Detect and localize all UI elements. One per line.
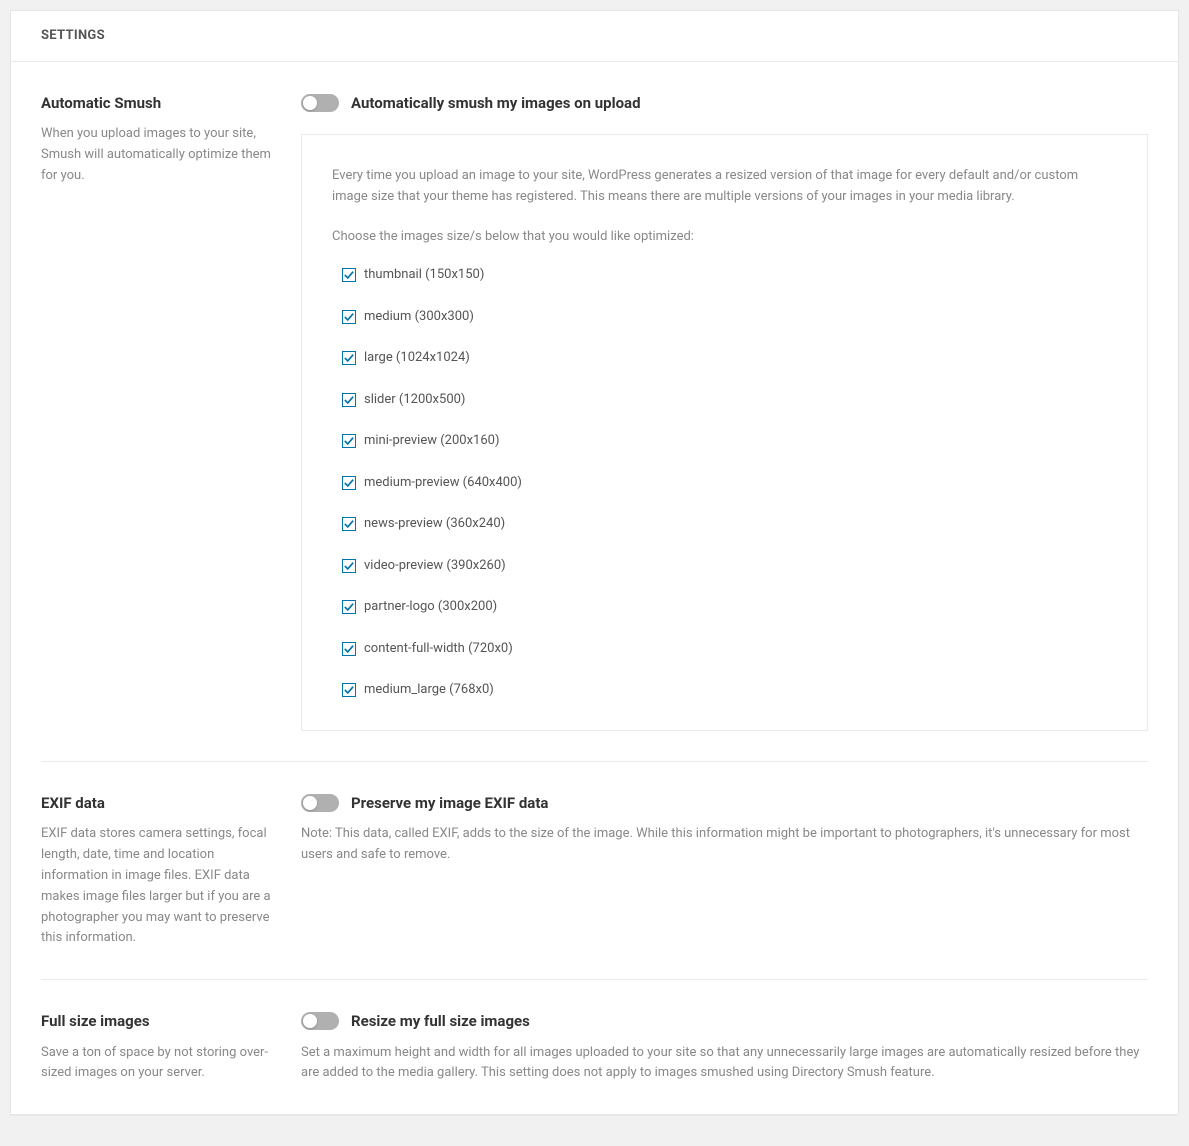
size-item-content-full-width: content-full-width (720x0)	[342, 639, 1117, 659]
setting-desc-fullsize: Save a ton of space by not storing over-…	[41, 1043, 271, 1085]
toggle-label-exif: Preserve my image EXIF data	[351, 792, 548, 815]
checkbox-news-preview[interactable]	[342, 517, 356, 531]
toggle-label-auto: Automatically smush my images on upload	[351, 92, 641, 115]
checkbox-content-full-width[interactable]	[342, 642, 356, 656]
size-label: medium-preview (640x400)	[364, 473, 522, 493]
setting-title-fullsize: Full size images	[41, 1010, 271, 1033]
checkbox-slider[interactable]	[342, 393, 356, 407]
toggle-knob	[303, 96, 317, 110]
check-icon	[344, 395, 354, 405]
check-icon	[344, 270, 354, 280]
toggle-row-exif: Preserve my image EXIF data	[301, 792, 1148, 815]
size-item-medium-preview: medium-preview (640x400)	[342, 473, 1117, 493]
toggle-knob	[303, 1014, 317, 1028]
settings-panel: SETTINGS Automatic Smush When you upload…	[10, 10, 1179, 1115]
setting-right: Preserve my image EXIF data Note: This d…	[301, 792, 1148, 949]
check-icon	[344, 436, 354, 446]
toggle-label-fullsize: Resize my full size images	[351, 1010, 530, 1033]
setting-row-automatic-smush: Automatic Smush When you upload images t…	[41, 62, 1148, 762]
sizes-choose: Choose the images size/s below that you …	[332, 226, 1117, 247]
size-label: slider (1200x500)	[364, 390, 465, 410]
size-label: medium (300x300)	[364, 307, 474, 327]
size-item-thumbnail: thumbnail (150x150)	[342, 265, 1117, 285]
setting-row-exif: EXIF data EXIF data stores camera settin…	[41, 762, 1148, 980]
toggle-knob	[303, 796, 317, 810]
checkbox-mini-preview[interactable]	[342, 434, 356, 448]
setting-note-exif: Note: This data, called EXIF, adds to th…	[301, 824, 1148, 866]
checkbox-medium-large[interactable]	[342, 683, 356, 697]
checkbox-large[interactable]	[342, 351, 356, 365]
setting-left: Automatic Smush When you upload images t…	[41, 92, 301, 731]
checkbox-medium-preview[interactable]	[342, 476, 356, 490]
check-icon	[344, 478, 354, 488]
toggle-fullsize[interactable]	[301, 1012, 339, 1030]
check-icon	[344, 312, 354, 322]
image-sizes-box: Every time you upload an image to your s…	[301, 134, 1148, 731]
setting-left: EXIF data EXIF data stores camera settin…	[41, 792, 301, 949]
size-item-mini-preview: mini-preview (200x160)	[342, 431, 1117, 451]
size-list: thumbnail (150x150) medium (300x300)	[332, 265, 1117, 700]
size-label: thumbnail (150x150)	[364, 265, 484, 285]
setting-title-exif: EXIF data	[41, 792, 271, 815]
setting-right: Resize my full size images Set a maximum…	[301, 1010, 1148, 1084]
size-item-video-preview: video-preview (390x260)	[342, 556, 1117, 576]
toggle-row-fullsize: Resize my full size images	[301, 1010, 1148, 1033]
sizes-intro: Every time you upload an image to your s…	[332, 165, 1117, 208]
checkbox-video-preview[interactable]	[342, 559, 356, 573]
checkbox-partner-logo[interactable]	[342, 600, 356, 614]
size-label: video-preview (390x260)	[364, 556, 506, 576]
size-label: mini-preview (200x160)	[364, 431, 500, 451]
toggle-exif[interactable]	[301, 794, 339, 812]
setting-desc-auto: When you upload images to your site, Smu…	[41, 124, 271, 186]
size-label: medium_large (768x0)	[364, 680, 494, 700]
size-item-partner-logo: partner-logo (300x200)	[342, 597, 1117, 617]
panel-header: SETTINGS	[11, 11, 1178, 62]
size-item-large: large (1024x1024)	[342, 348, 1117, 368]
setting-right: Automatically smush my images on upload …	[301, 92, 1148, 731]
setting-title-auto: Automatic Smush	[41, 92, 271, 115]
size-item-slider: slider (1200x500)	[342, 390, 1117, 410]
setting-desc-exif: EXIF data stores camera settings, focal …	[41, 824, 271, 949]
panel-body: Automatic Smush When you upload images t…	[11, 62, 1178, 1115]
setting-note-fullsize: Set a maximum height and width for all i…	[301, 1043, 1148, 1085]
size-item-medium: medium (300x300)	[342, 307, 1117, 327]
setting-left: Full size images Save a ton of space by …	[41, 1010, 301, 1084]
toggle-automatic-smush[interactable]	[301, 94, 339, 112]
checkbox-medium[interactable]	[342, 310, 356, 324]
size-label: large (1024x1024)	[364, 348, 470, 368]
size-label: news-preview (360x240)	[364, 514, 505, 534]
toggle-row-auto: Automatically smush my images on upload	[301, 92, 1148, 115]
check-icon	[344, 561, 354, 571]
checkbox-thumbnail[interactable]	[342, 268, 356, 282]
check-icon	[344, 644, 354, 654]
check-icon	[344, 353, 354, 363]
panel-title: SETTINGS	[41, 26, 1148, 46]
size-item-news-preview: news-preview (360x240)	[342, 514, 1117, 534]
setting-row-fullsize: Full size images Save a ton of space by …	[41, 980, 1148, 1114]
check-icon	[344, 685, 354, 695]
size-label: content-full-width (720x0)	[364, 639, 513, 659]
size-item-medium-large: medium_large (768x0)	[342, 680, 1117, 700]
check-icon	[344, 519, 354, 529]
size-label: partner-logo (300x200)	[364, 597, 497, 617]
check-icon	[344, 602, 354, 612]
